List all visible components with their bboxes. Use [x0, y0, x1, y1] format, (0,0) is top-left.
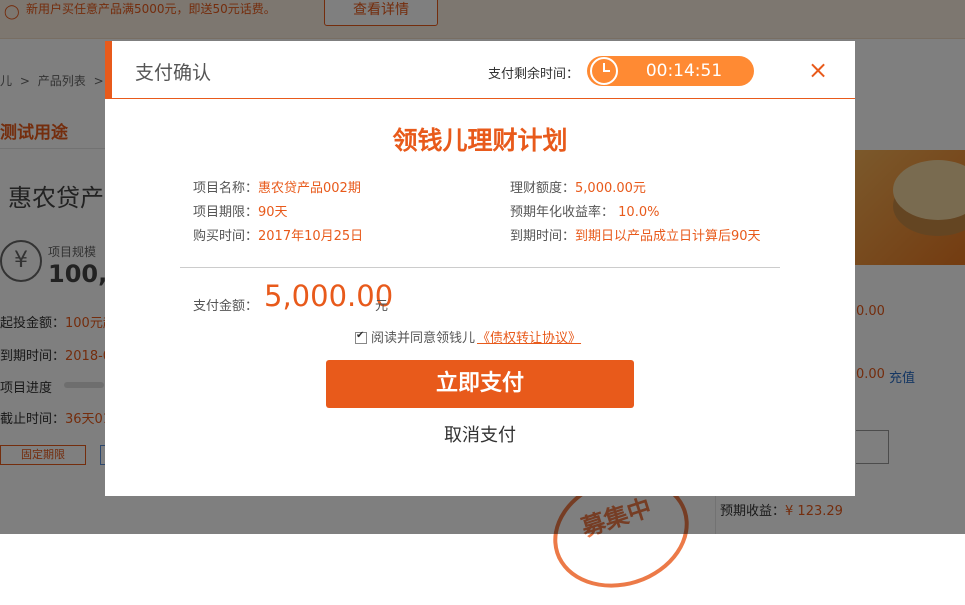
agreement-link[interactable]: 《债权转让协议》 — [477, 331, 581, 346]
dialog-divider — [180, 267, 780, 268]
header-accent-bar — [105, 41, 112, 99]
cancel-payment-button[interactable]: 取消支付 — [105, 421, 855, 447]
countdown-timer: 00:14:51 — [587, 56, 754, 86]
payment-confirm-dialog: 支付确认 支付剩余时间： 00:14:51 × 领钱儿理财计划 项目名称：惠农贷… — [105, 41, 855, 496]
pay-now-button[interactable]: 立即支付 — [326, 360, 634, 408]
plan-title: 领钱儿理财计划 — [392, 126, 568, 155]
timer-label: 支付剩余时间： — [488, 67, 580, 82]
timer-value: 00:14:51 — [645, 61, 723, 81]
clock-icon — [590, 57, 618, 85]
buy-time-field: 购买时间：2017年10月25日 — [193, 229, 364, 244]
rate-field: 预期年化收益率： 10.0% — [510, 205, 660, 220]
agree-checkbox[interactable] — [355, 330, 367, 344]
project-name-field: 项目名称：惠农贷产品002期 — [193, 181, 361, 196]
agreement-row: 阅读并同意领钱儿《债权转让协议》 — [355, 327, 581, 346]
term-field: 项目期限：90天 — [193, 205, 288, 220]
amount-field: 理财额度：5,000.00元 — [510, 181, 646, 196]
close-icon[interactable]: × — [805, 57, 831, 83]
dialog-header: 支付确认 支付剩余时间： 00:14:51 × — [105, 41, 855, 99]
pay-amount-value: 5,000.00 — [264, 279, 394, 313]
pay-amount-unit: 元 — [375, 299, 389, 314]
dialog-title: 支付确认 — [135, 62, 212, 84]
agree-text: 阅读并同意领钱儿 — [371, 331, 476, 346]
pay-amount-label: 支付金额： — [193, 299, 259, 314]
due-time-field: 到期时间：到期日以产品成立日计算后90天 — [510, 229, 761, 244]
